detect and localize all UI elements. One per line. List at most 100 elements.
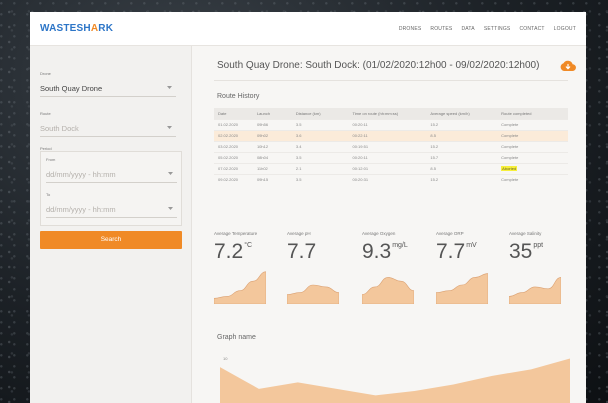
column-header[interactable]: Date (214, 108, 253, 119)
table-row[interactable]: 05.02.2020 08h04 3.5 00:20:11 15.7 Complete (214, 151, 568, 163)
to-placeholder: dd/mm/yyyy - hh:mm (46, 205, 116, 214)
table-cell: 8.5 (426, 162, 498, 174)
cell-value: Complete (501, 155, 519, 160)
table-cell: 02.02.2020 (214, 129, 253, 141)
table-row[interactable]: 01.02.2020 09h56 3.5 00:20:11 15.2 Complete (214, 118, 568, 130)
app-window: WASTESHARK DRONES ROUTES DATA SETTINGS C… (30, 12, 586, 403)
column-header[interactable]: Time on route (hh:mm:ss) (348, 108, 427, 119)
chevron-down-icon (168, 172, 173, 175)
nav-data[interactable]: DATA (461, 26, 474, 32)
to-datetime-input[interactable]: dd/mm/yyyy - hh:mm (46, 201, 177, 218)
wasteshark-logo[interactable]: WASTESHARK (40, 23, 113, 34)
area-chart (220, 358, 570, 403)
chevron-down-icon (167, 126, 172, 129)
table-cell: 8.5 (426, 129, 498, 141)
column-header[interactable]: Route completed (497, 108, 568, 119)
cell-value: 3.5 (295, 177, 302, 183)
table-cell: 09h15 (252, 173, 292, 185)
nav-contact[interactable]: CONTACT (519, 26, 544, 32)
cell-value: 00:22:11 (352, 133, 368, 138)
sparkline-area (362, 277, 414, 304)
main-nav: DRONES ROUTES DATA SETTINGS CONTACT LOGO… (399, 26, 576, 32)
nav-logout[interactable]: LOGOUT (554, 26, 576, 32)
filter-sidebar: Drone South Quay Drone Route South Dock … (30, 46, 192, 403)
table-cell: 09h56 (252, 118, 292, 130)
cell-value: 00:20:11 (352, 155, 368, 160)
nav-routes[interactable]: ROUTES (430, 26, 452, 32)
nav-settings[interactable]: SETTINGS (484, 26, 511, 32)
cell-value: Complete (501, 133, 519, 138)
from-placeholder: dd/mm/yyyy - hh:mm (46, 170, 116, 179)
cell-value: 2.1 (295, 166, 302, 171)
table-cell: 07.02.2020 (214, 162, 253, 174)
table-cell: Complete (497, 118, 568, 130)
metric-card: Average pH 7.7 (287, 222, 351, 306)
cell-value: 00:20:11 (352, 122, 368, 127)
cell-value: 00:12:01 (352, 166, 369, 171)
nav-drones[interactable]: DRONES (399, 26, 422, 32)
metric-sparkline (436, 273, 488, 304)
table-cell: 3.5 (291, 173, 349, 185)
series-area (220, 358, 570, 403)
route-select-value: South Dock (40, 124, 79, 133)
table-cell: 10h12 (252, 140, 292, 152)
cell-value: 00:19:51 (352, 144, 369, 149)
metric-card: Average Temperature 7.2 °C (214, 222, 278, 306)
sparkline-area (509, 277, 561, 304)
cloud-download-icon[interactable] (560, 57, 576, 72)
table-cell: 00:19:51 (348, 140, 427, 152)
column-header[interactable]: Average speed (km/h) (426, 108, 498, 119)
column-header[interactable]: Launch (252, 108, 292, 119)
main-content: South Quay Drone: South Dock: (01/02/202… (192, 46, 586, 403)
cell-value: Complete (501, 144, 519, 149)
table-row[interactable]: 07.02.2020 11h02 2.1 00:12:01 8.5 Aborted (214, 162, 568, 174)
table-cell: 3.5 (291, 118, 349, 130)
sensor-metrics: Average Temperature 7.2 °C Average pH 7.7 Ave… (214, 222, 568, 306)
metric-value: 9.3 mg/L (362, 241, 408, 262)
search-button[interactable]: Search (40, 231, 182, 249)
table-cell: 00:22:11 (348, 129, 427, 141)
metric-sparkline (214, 271, 266, 304)
cell-value: 08h04 (256, 155, 269, 160)
table-cell: 01.02.2020 (214, 118, 253, 130)
metric-value: 7.2 °C (214, 241, 252, 262)
cell-value: 8.5 (430, 166, 436, 171)
cell-value: 15.2 (430, 177, 439, 183)
to-label: To (46, 192, 51, 197)
cell-value: 11h02 (256, 166, 268, 171)
metric-label: Average Temperature (214, 231, 258, 236)
cell-value: Complete (501, 122, 519, 127)
cell-value: 3.5 (295, 155, 302, 160)
from-datetime-input[interactable]: dd/mm/yyyy - hh:mm (46, 166, 177, 183)
table-cell: Aborted (497, 162, 568, 174)
metric-number: 35 (509, 240, 533, 263)
cell-value: 07.02.2020 (218, 166, 239, 171)
table-cell: 09.02.2020 (214, 173, 253, 185)
table-row[interactable]: 09.02.2020 09h15 3.5 00:20:31 15.2 Complete (214, 173, 568, 185)
metric-unit: mV (466, 242, 477, 249)
table-cell: 00:20:31 (348, 173, 427, 185)
table-row[interactable]: 03.02.2020 10h12 3.4 00:19:51 15.2 Complete (214, 140, 568, 152)
cell-value: 09h15 (256, 177, 269, 183)
table-cell: Complete (497, 151, 568, 163)
table-row[interactable]: 02.02.2020 09h02 3.6 00:22:11 8.5 Complete (214, 129, 568, 141)
table-cell: 00:12:01 (348, 162, 427, 174)
table-cell: 09h02 (252, 129, 292, 141)
cell-value: Complete (501, 177, 519, 183)
metric-number: 9.3 (362, 240, 392, 263)
drone-select[interactable]: South Quay Drone (40, 80, 176, 97)
table-cell: 08h04 (252, 151, 292, 163)
metric-label: Average pH (287, 231, 311, 236)
table-cell: Complete (497, 140, 568, 152)
table-cell: 00:20:11 (348, 118, 427, 130)
table-cell: 15.2 (426, 140, 498, 152)
route-label: Route (40, 111, 51, 116)
cell-value: 15.2 (430, 122, 439, 127)
sparkline-area (436, 273, 488, 304)
from-label: From (46, 157, 56, 162)
cell-value: 05.02.2020 (218, 155, 239, 160)
table-cell: 15.2 (426, 173, 498, 185)
table-cell: 03.02.2020 (214, 140, 253, 152)
route-select[interactable]: South Dock (40, 120, 176, 137)
column-header[interactable]: Distance (km) (291, 108, 349, 119)
